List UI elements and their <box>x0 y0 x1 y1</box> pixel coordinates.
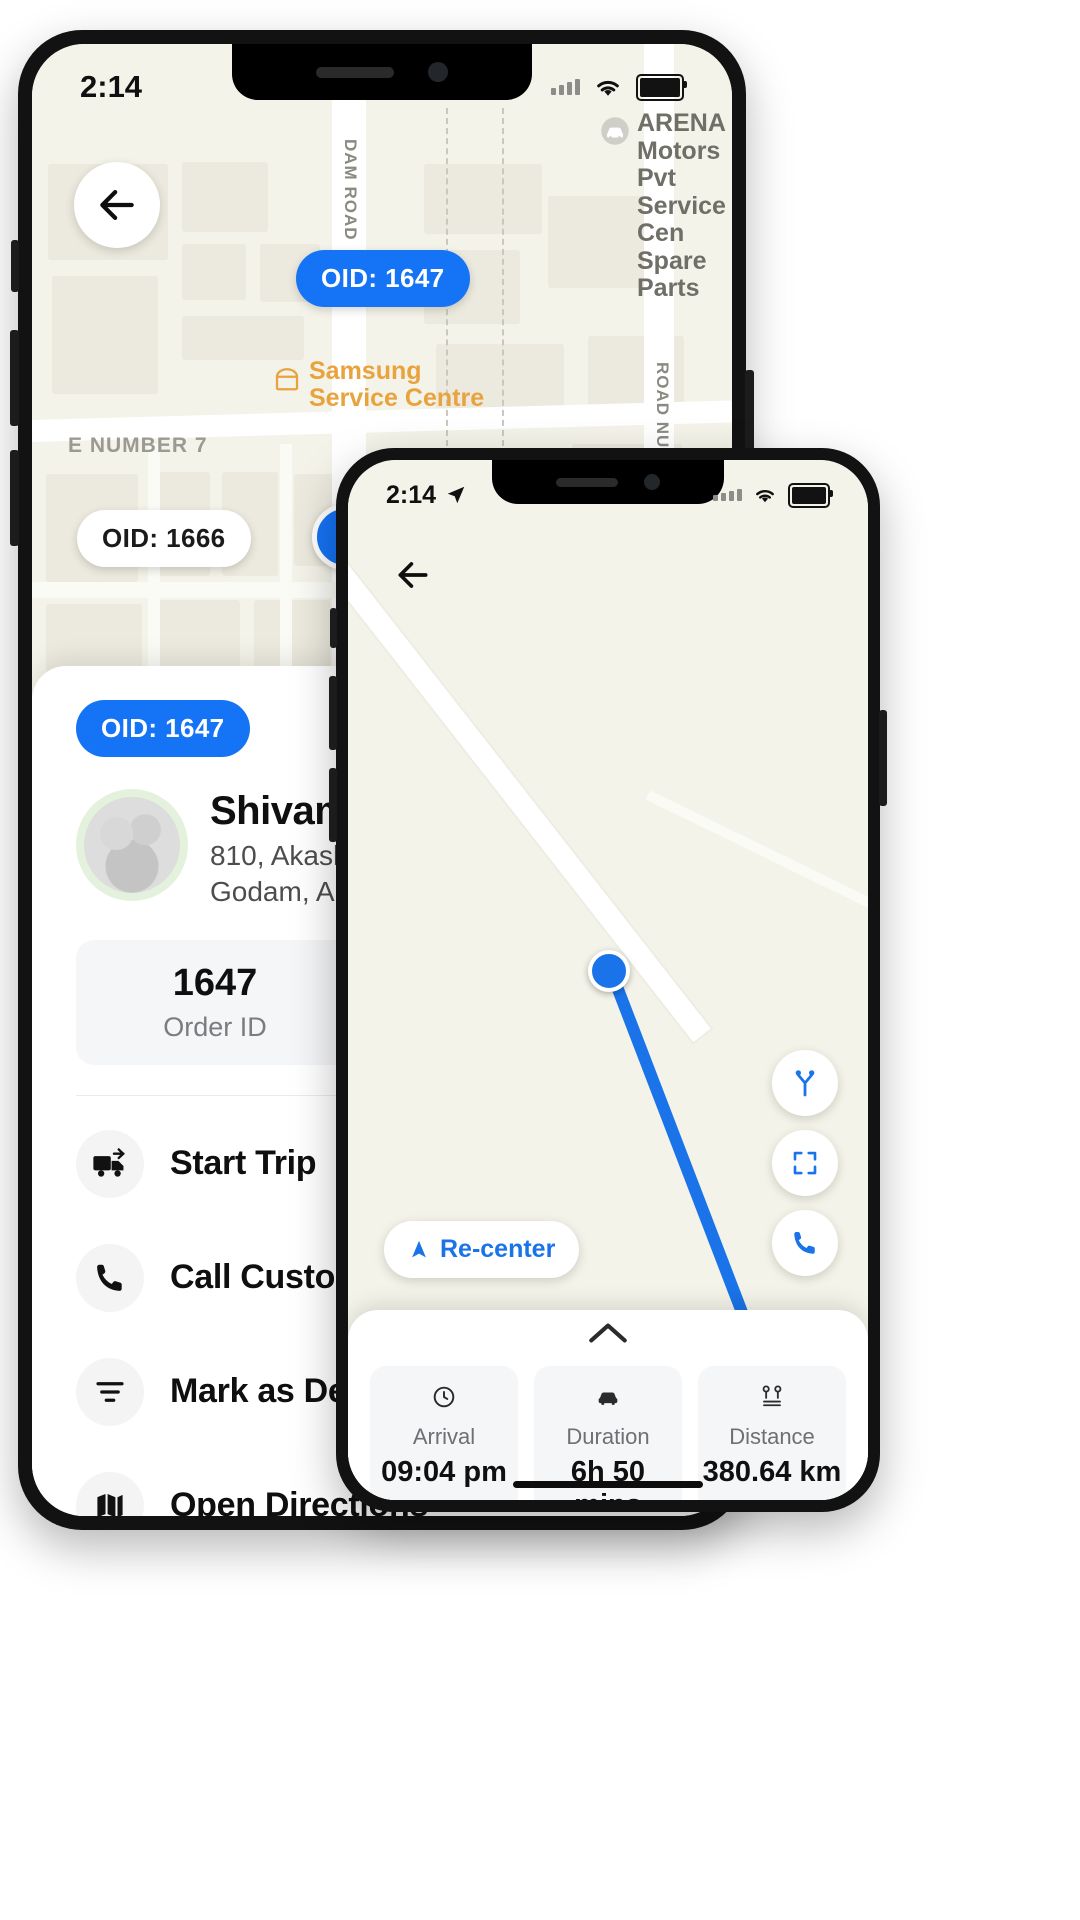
back-button[interactable] <box>74 162 160 248</box>
map-marker-oid-1647[interactable]: OID: 1647 <box>296 250 470 307</box>
map-road-minor-3 <box>280 444 292 694</box>
front-wifi-icon <box>756 489 774 503</box>
car-icon <box>598 1392 618 1406</box>
trip-stat-duration-label: Duration <box>566 1424 650 1449</box>
front-signal-icon <box>713 489 742 501</box>
route-alternatives-icon <box>795 1070 815 1097</box>
recenter-label: Re-center <box>440 1235 556 1263</box>
action-label-start-trip: Start Trip <box>170 1144 317 1183</box>
poi-arena-line2: Motors Pvt <box>637 136 721 192</box>
trip-stat-duration-value: 6h 50 mins <box>570 1456 646 1500</box>
phone-icon <box>97 1264 122 1291</box>
delivery-truck-icon <box>93 1147 125 1177</box>
front-volume-down-button[interactable] <box>329 768 337 842</box>
wifi-icon <box>597 80 619 96</box>
customer-address-line1: 810, Akash <box>210 840 349 871</box>
navigation-arrow-icon <box>447 486 465 504</box>
nav-road-secondary <box>645 790 868 984</box>
arrow-left-icon <box>100 190 134 220</box>
trip-stat-duration: Duration 6h 50 mins <box>534 1366 682 1500</box>
trip-stat-distance: Distance 380.64 km <box>698 1366 846 1500</box>
front-phone-device: 2:14 Re-center Arrival 09:04 pm Duration… <box>329 448 887 1512</box>
checklist-icon <box>96 1381 124 1402</box>
front-mute-switch[interactable] <box>330 608 337 648</box>
map-road-label-number-7: E NUMBER 7 <box>68 434 208 457</box>
map-icon-wrap <box>76 1471 144 1516</box>
sheet-order-badge: OID: 1647 <box>76 700 250 757</box>
trip-stat-arrival: Arrival 09:04 pm <box>370 1366 518 1500</box>
stat-card-order-id: 1647 Order ID <box>76 939 354 1065</box>
clock-icon <box>433 1386 455 1408</box>
map-icon <box>97 1493 123 1516</box>
back-phone-status-bar: 2:14 <box>32 44 732 130</box>
order-id-value: 1647 <box>172 961 258 1004</box>
poi-arena-line4: Spare Parts <box>637 246 707 302</box>
order-id-label: Order ID <box>163 1011 267 1042</box>
trip-stat-distance-value: 380.64 km <box>702 1456 842 1488</box>
signal-icon <box>551 79 580 95</box>
map-marker-oid-1666[interactable]: OID: 1666 <box>77 510 251 567</box>
front-status-bar-time: 2:14 <box>386 480 437 509</box>
front-back-button[interactable] <box>380 542 446 608</box>
volume-down-button[interactable] <box>10 450 19 546</box>
chevron-up-icon <box>589 1323 627 1343</box>
delivery-truck-icon-wrap <box>76 1129 144 1198</box>
map-road-label-dam-road: DAM ROAD <box>341 139 360 241</box>
map-road-minor-2 <box>148 444 160 694</box>
home-indicator <box>513 1481 703 1488</box>
front-phone-screen: 2:14 Re-center Arrival 09:04 pm Duration… <box>348 460 868 1500</box>
user-location-dot <box>588 950 630 992</box>
battery-icon <box>636 73 687 101</box>
phone-icon <box>794 1232 815 1254</box>
recenter-button[interactable]: Re-center <box>384 1221 580 1278</box>
volume-up-button[interactable] <box>10 330 19 426</box>
fit-bounds-icon <box>793 1151 817 1175</box>
navigation-arrow-icon <box>412 1240 426 1257</box>
navigation-sheet: Arrival 09:04 pm Duration 6h 50 mins <box>348 1310 868 1500</box>
front-power-button[interactable] <box>879 710 887 806</box>
customer-avatar <box>76 789 188 901</box>
customer-address-line2: Godam, A <box>210 875 335 907</box>
routes-button[interactable] <box>772 1050 838 1116</box>
call-button[interactable] <box>772 1210 838 1276</box>
poi-samsung-line1: Samsung <box>309 357 422 385</box>
poi-samsung-line2: Service Centre <box>309 383 485 412</box>
mute-switch[interactable] <box>11 240 19 292</box>
fit-bounds-button[interactable] <box>772 1130 838 1196</box>
trip-stats: Arrival 09:04 pm Duration 6h 50 mins <box>370 1366 846 1500</box>
front-battery-icon <box>788 482 833 508</box>
phone-icon-wrap <box>76 1243 144 1312</box>
map-poi-arena-motors[interactable]: ARENA Motors Pvt Service Cen Spare Parts <box>600 109 732 303</box>
expand-sheet-handle[interactable] <box>585 1320 631 1351</box>
trip-stat-arrival-label: Arrival <box>412 1424 476 1449</box>
trip-stat-arrival-value: 09:04 pm <box>381 1456 507 1488</box>
poi-arena-line3: Service Cen <box>637 191 726 247</box>
arrow-left-icon <box>398 562 428 588</box>
route-distance-icon <box>762 1385 782 1407</box>
map-poi-samsung-service-centre[interactable]: Samsung Service Centre <box>272 358 484 411</box>
front-volume-up-button[interactable] <box>329 676 337 750</box>
shop-pin-icon <box>275 368 299 391</box>
front-phone-status-bar: 2:14 <box>348 460 868 530</box>
status-bar-time: 2:14 <box>80 69 143 104</box>
checklist-icon-wrap <box>76 1357 144 1426</box>
trip-stat-distance-label: Distance <box>729 1424 815 1449</box>
